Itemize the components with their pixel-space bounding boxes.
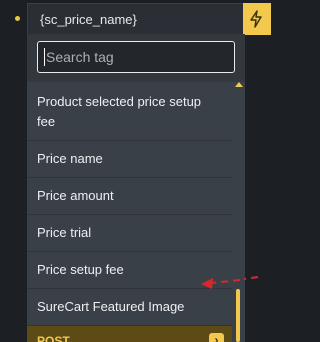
scroll-up-icon[interactable] — [235, 82, 243, 87]
list-item[interactable]: SureCart Featured Image — [27, 289, 232, 326]
bullet-dot — [15, 16, 20, 21]
list-item[interactable]: Price trial — [27, 215, 232, 252]
text-caret — [44, 48, 45, 66]
annotation-arrow-icon — [201, 276, 259, 289]
scrollbar[interactable] — [232, 82, 245, 342]
list-item[interactable]: Price amount — [27, 178, 232, 215]
bolt-icon — [250, 10, 262, 28]
dynamic-tag-field[interactable]: {sc_price_name} — [27, 3, 245, 35]
dynamic-tags-button[interactable] — [243, 3, 271, 35]
dynamic-tag-value: {sc_price_name} — [40, 12, 137, 27]
dynamic-tags-dropdown: Product selected price setup fee Price n… — [27, 34, 245, 342]
list-item[interactable]: Price name — [27, 141, 232, 178]
group-label: POST — [37, 334, 70, 342]
left-gutter — [0, 0, 27, 342]
chevron-right-icon: › — [209, 333, 224, 342]
scrollbar-thumb[interactable] — [236, 289, 240, 342]
search-wrapper — [27, 34, 245, 82]
group-header-post[interactable]: POST › — [27, 326, 232, 342]
list-item[interactable]: Product selected price setup fee — [27, 84, 232, 141]
search-input[interactable] — [37, 41, 235, 73]
tag-list: Product selected price setup fee Price n… — [27, 84, 232, 342]
